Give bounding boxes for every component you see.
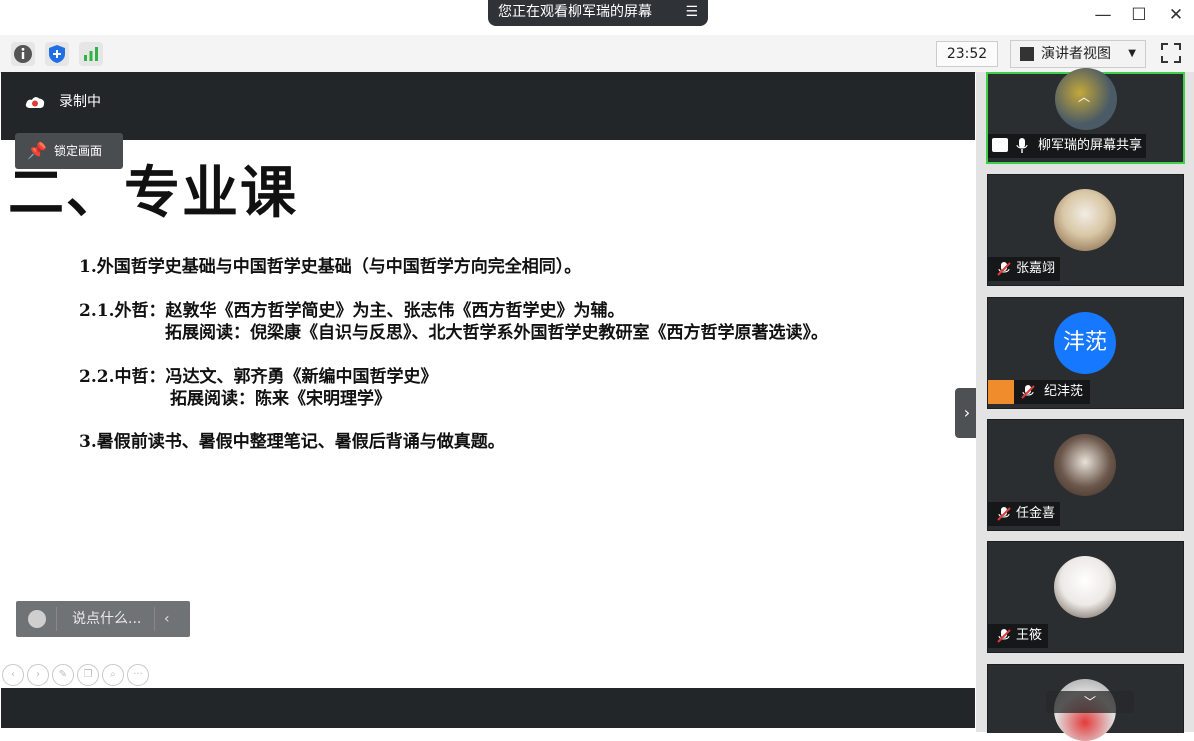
participant-nametag: 纪沣莐 (988, 380, 1090, 404)
avatar (1054, 434, 1116, 496)
bottom-bar (1, 688, 975, 728)
participant-nametag: 王筱 (988, 624, 1048, 648)
recording-bar (1, 72, 975, 140)
participant-tile[interactable]: 王筱 (987, 541, 1184, 653)
maximize-icon[interactable]: ☐ (1125, 4, 1153, 28)
chevron-down-icon: ▼ (1128, 48, 1136, 59)
participant-name: 张嘉翊 (1016, 261, 1056, 276)
view-mode-label: 演讲者视图 (1041, 46, 1111, 62)
lock-screen-label: 锁定画面 (54, 144, 103, 158)
info-icon[interactable] (11, 42, 35, 66)
slide-line: 拓展阅读：陈来《宋明理学》 (170, 389, 391, 409)
participant-name: 柳军瑞的屏幕共享 (1038, 138, 1143, 153)
chat-input-bar[interactable]: 说点什么... ‹ (16, 601, 190, 637)
annotation-toolbar: ‹ › ✎ ❐ ⌕ ··· (2, 664, 152, 686)
slide-line: 2.1.外哲：赵敦华《西方哲学简史》为主、张志伟《西方哲学史》为辅。 (79, 301, 625, 321)
avatar (1054, 556, 1116, 618)
screen-share-banner[interactable]: 您正在观看柳军瑞的屏幕 ☰ (488, 0, 708, 26)
pen-icon[interactable]: ✎ (52, 664, 74, 686)
participant-tile[interactable]: ﹀ (987, 664, 1184, 741)
mic-muted-icon (1020, 384, 1036, 409)
signal-icon[interactable] (79, 42, 103, 66)
avatar (1054, 189, 1116, 251)
menu-icon[interactable]: ☰ (685, 0, 698, 25)
mic-icon (1016, 138, 1028, 154)
slide-line: 3.暑假前读书、暑假中整理笔记、暑假后背诵与做真题。 (79, 432, 505, 452)
mic-muted-icon (996, 506, 1012, 522)
mic-muted-icon (996, 628, 1012, 644)
participant-name: 纪沣莐 (1044, 384, 1084, 399)
cloud-record-icon (24, 94, 46, 116)
close-icon[interactable]: ✕ (1162, 4, 1190, 28)
chevron-up-icon[interactable]: ︿ (1072, 88, 1096, 104)
copy-icon[interactable]: ❐ (77, 664, 99, 686)
participant-nametag: 任金喜 (988, 502, 1060, 526)
chevron-right-icon: › (963, 403, 971, 422)
zoom-icon[interactable]: ⌕ (102, 664, 124, 686)
view-mode-button[interactable]: 演讲者视图 ▼ (1010, 40, 1146, 68)
screen-share-icon (992, 138, 1008, 152)
pin-icon: 📌 (27, 141, 47, 160)
participant-nametag: 柳军瑞的屏幕共享 (988, 134, 1146, 158)
participant-name: 王筱 (1016, 628, 1043, 643)
divider (154, 607, 155, 631)
shield-icon[interactable] (45, 42, 69, 66)
slide-line: 2.2.中哲：冯达文、郭齐勇《新编中国哲学史》 (79, 367, 438, 387)
mic-muted-icon (996, 261, 1012, 277)
slide-line: 1.外国哲学史基础与中国哲学史基础（与中国哲学方向完全相同）。 (79, 257, 582, 277)
fullscreen-icon[interactable] (1158, 40, 1184, 66)
lock-screen-button[interactable]: 📌 锁定画面 (15, 133, 123, 169)
participant-tile[interactable]: 沣莐 纪沣莐 (987, 297, 1184, 409)
next-icon[interactable]: › (27, 664, 49, 686)
meeting-timer: 23:52 (936, 41, 998, 67)
recording-label: 录制中 (59, 94, 101, 110)
minimize-icon[interactable]: — (1089, 4, 1117, 28)
scroll-down-button[interactable]: ﹀ (1046, 691, 1134, 713)
chat-input[interactable]: 说点什么... (72, 601, 141, 637)
previous-icon[interactable]: ‹ (2, 664, 24, 686)
person-icon (988, 380, 1014, 404)
emoji-icon[interactable] (28, 610, 46, 628)
chevron-left-icon[interactable]: ‹ (164, 601, 170, 637)
more-icon[interactable]: ··· (127, 664, 149, 686)
participant-tile[interactable]: ︿ 柳军瑞的屏幕共享 (986, 68, 1185, 164)
participant-nametag: 张嘉翊 (988, 257, 1060, 281)
avatar: 沣莐 (1054, 312, 1116, 374)
slide-line: 拓展阅读：倪梁康《自识与反思》、北大哲学系外国哲学史教研室《西方哲学原著选读》。 (165, 323, 828, 343)
speaker-view-icon (1020, 47, 1034, 61)
participant-tile[interactable]: 任金喜 (987, 419, 1184, 531)
participant-tile[interactable]: 张嘉翊 (987, 174, 1184, 286)
divider (56, 607, 57, 631)
participant-name: 任金喜 (1016, 506, 1056, 521)
share-banner-text: 您正在观看柳军瑞的屏幕 (498, 4, 652, 20)
